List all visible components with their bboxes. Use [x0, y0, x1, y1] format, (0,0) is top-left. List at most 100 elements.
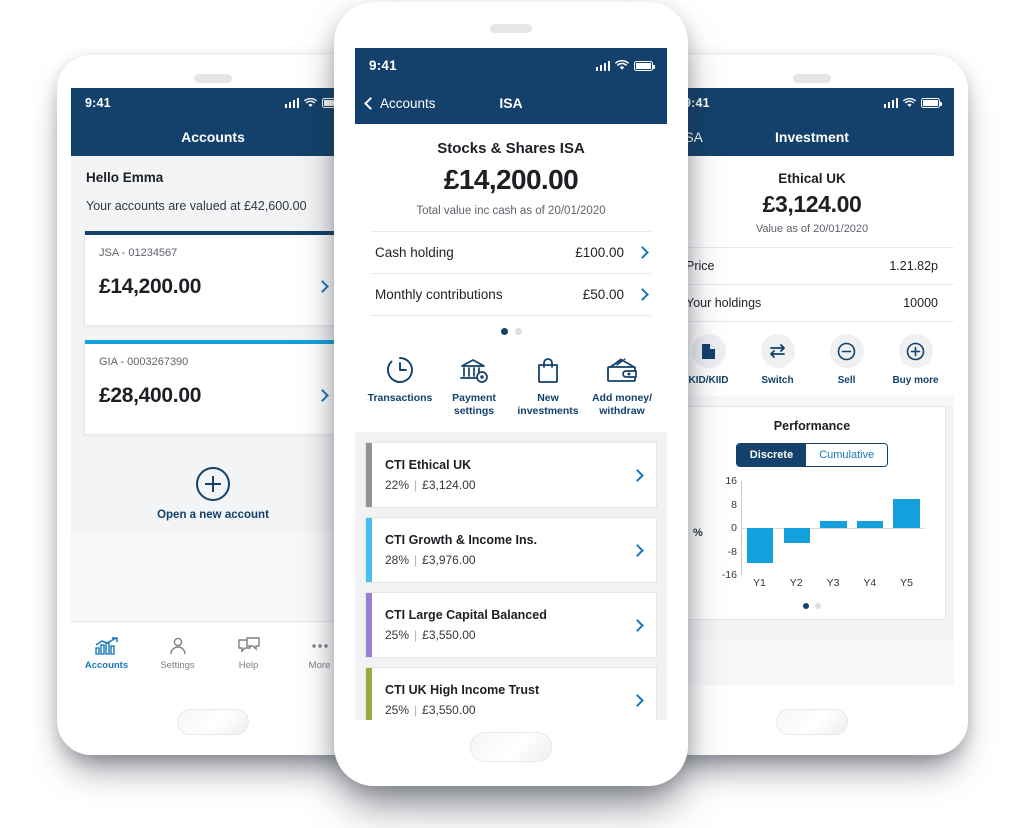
- accounts-total-text: Your accounts are valued at £42,600.00: [86, 199, 307, 213]
- row-monthly-contributions[interactable]: Monthly contributions £50.00: [371, 273, 651, 316]
- open-new-account-button[interactable]: Open a new account: [71, 449, 355, 531]
- fund-meta: 22% | £3,124.00: [385, 478, 476, 493]
- chevron-left-icon: [364, 96, 377, 110]
- tab-settings[interactable]: Settings: [142, 622, 213, 685]
- minus-circle-icon: [829, 334, 864, 368]
- person-icon: [169, 637, 186, 654]
- chart-xtick: Y1: [752, 577, 766, 589]
- accounts-list: JSA - 01234567 £14,200.00 GIA - 00032673…: [71, 229, 355, 531]
- fund-row[interactable]: CTI Growth & Income Ins. 28% | £3,976.00: [365, 517, 657, 584]
- bottom-tab-bar: Accounts Settings Help More: [71, 621, 355, 685]
- segment-discrete[interactable]: Discrete: [736, 444, 807, 466]
- carousel-dot[interactable]: [815, 603, 821, 609]
- tab-accounts[interactable]: Accounts: [71, 622, 142, 685]
- fund-row[interactable]: CTI Ethical UK 22% | £3,124.00: [365, 442, 657, 509]
- chevron-right-icon[interactable]: [636, 288, 649, 301]
- chart-ytick: 0: [731, 522, 737, 534]
- chart-xtick: Y2: [789, 577, 803, 589]
- row-cash-holding[interactable]: Cash holding £100.00: [371, 231, 651, 273]
- clock-history-icon: [387, 357, 413, 383]
- home-button[interactable]: [177, 709, 249, 735]
- action-sell[interactable]: Sell: [812, 334, 881, 386]
- back-label: Accounts: [380, 95, 436, 111]
- home-button[interactable]: [470, 732, 552, 762]
- action-buy-more[interactable]: Buy more: [881, 334, 950, 386]
- page-title: Investment: [775, 129, 849, 145]
- performance-section: Performance Discrete Cumulative % 16 8 0 -8…: [670, 406, 954, 640]
- open-new-account-label: Open a new account: [157, 509, 269, 521]
- chevron-right-icon[interactable]: [631, 693, 656, 707]
- quick-action-add-money-withdraw[interactable]: Add money/ withdraw: [585, 355, 659, 418]
- row-value: £50.00: [582, 287, 624, 302]
- chevron-right-icon[interactable]: [631, 543, 656, 557]
- chart-bar-column: [815, 481, 852, 575]
- chart-xtick: Y5: [900, 577, 913, 589]
- status-bar: 9:41: [71, 88, 355, 118]
- detail-row-price: Price 1.21.82p: [670, 247, 954, 284]
- action-label: Switch: [761, 375, 794, 386]
- tab-help[interactable]: Help: [213, 622, 284, 685]
- fund-percent: 25%: [385, 703, 410, 718]
- page-title: Accounts: [181, 129, 245, 145]
- carousel-dot[interactable]: [500, 328, 508, 335]
- chevron-right-icon[interactable]: [316, 388, 329, 402]
- quick-action-payment-settings[interactable]: Payment settings: [437, 355, 511, 418]
- status-bar: 9:41: [670, 88, 954, 118]
- performance-title: Performance: [773, 419, 851, 433]
- carousel-dot[interactable]: [514, 328, 522, 335]
- account-amount: £14,200.00: [99, 275, 202, 298]
- fund-value: £3,124.00: [422, 478, 476, 493]
- fund-meta: 25% | £3,550.00: [385, 703, 476, 718]
- chart-ytick: -8: [727, 545, 737, 558]
- phone-right: 9:41 ISA Investment Ethical UK £3,124.00…: [656, 55, 968, 755]
- chevron-right-icon[interactable]: [316, 279, 329, 293]
- fund-meta: 25% | £3,550.00: [385, 628, 476, 643]
- isa-hero: Stocks & Shares ISA £14,200.00 Total val…: [355, 124, 667, 231]
- status-clock: 9:41: [85, 96, 111, 110]
- home-button[interactable]: [776, 709, 848, 735]
- chart-bars: [742, 481, 925, 575]
- account-number-label: GIA - 0003267390: [99, 356, 189, 368]
- page-title: ISA: [499, 95, 523, 111]
- account-amount: £28,400.00: [99, 384, 202, 407]
- action-label: Buy more: [892, 375, 939, 386]
- segment-cumulative[interactable]: Cumulative: [806, 444, 888, 466]
- phone-left: 9:41 Accounts Hello Emma Your accounts a…: [57, 55, 369, 755]
- back-button[interactable]: Accounts: [364, 95, 436, 111]
- fund-name: CTI Large Capital Balanced: [385, 608, 547, 623]
- carousel-dot[interactable]: [803, 603, 809, 609]
- investment-asof: Value as of 20/01/2020: [755, 223, 869, 235]
- fund-row[interactable]: CTI UK High Income Trust 25% | £3,550.00: [365, 667, 657, 720]
- chevron-right-icon[interactable]: [631, 618, 656, 632]
- account-card[interactable]: JSA - 01234567 £14,200.00: [84, 231, 342, 326]
- plus-circle-icon: [196, 467, 230, 501]
- detail-value: 1.21.82p: [889, 259, 938, 273]
- wifi-icon: [903, 98, 916, 107]
- action-switch[interactable]: Switch: [743, 334, 812, 386]
- status-icons: [595, 59, 655, 71]
- greeting-block: Hello Emma Your accounts are valued at £…: [71, 156, 355, 229]
- account-number-label: JSA - 01234567: [99, 247, 178, 259]
- detail-key: Price: [686, 259, 715, 273]
- isa-total-value: £14,200.00: [443, 164, 579, 195]
- fund-value: £3,976.00: [422, 553, 476, 568]
- account-card[interactable]: GIA - 0003267390 £28,400.00: [84, 340, 342, 435]
- tab-label: Accounts: [84, 659, 129, 671]
- quick-action-transactions[interactable]: Transactions: [363, 355, 437, 418]
- chevron-right-icon[interactable]: [636, 246, 649, 259]
- tab-label: More: [308, 659, 331, 671]
- fund-row[interactable]: CTI Large Capital Balanced 25% | £3,550.00: [365, 592, 657, 659]
- plus-circle-icon: [898, 334, 933, 368]
- greeting-text: Hello Emma: [86, 170, 164, 185]
- chart-bar: [820, 520, 847, 528]
- quick-action-new-investments[interactable]: New investments: [511, 355, 585, 418]
- investment-hero: Ethical UK £3,124.00 Value as of 20/01/2…: [670, 156, 954, 247]
- fund-name: CTI Ethical UK: [385, 458, 472, 473]
- ellipsis-icon: [311, 643, 328, 648]
- quick-action-label: Payment settings: [452, 392, 496, 418]
- nav-bar: Accounts: [71, 118, 355, 156]
- chevron-right-icon[interactable]: [631, 468, 656, 482]
- tab-label: Help: [238, 659, 259, 671]
- phone-speaker: [194, 74, 232, 83]
- isa-carousel-dots: [355, 316, 667, 349]
